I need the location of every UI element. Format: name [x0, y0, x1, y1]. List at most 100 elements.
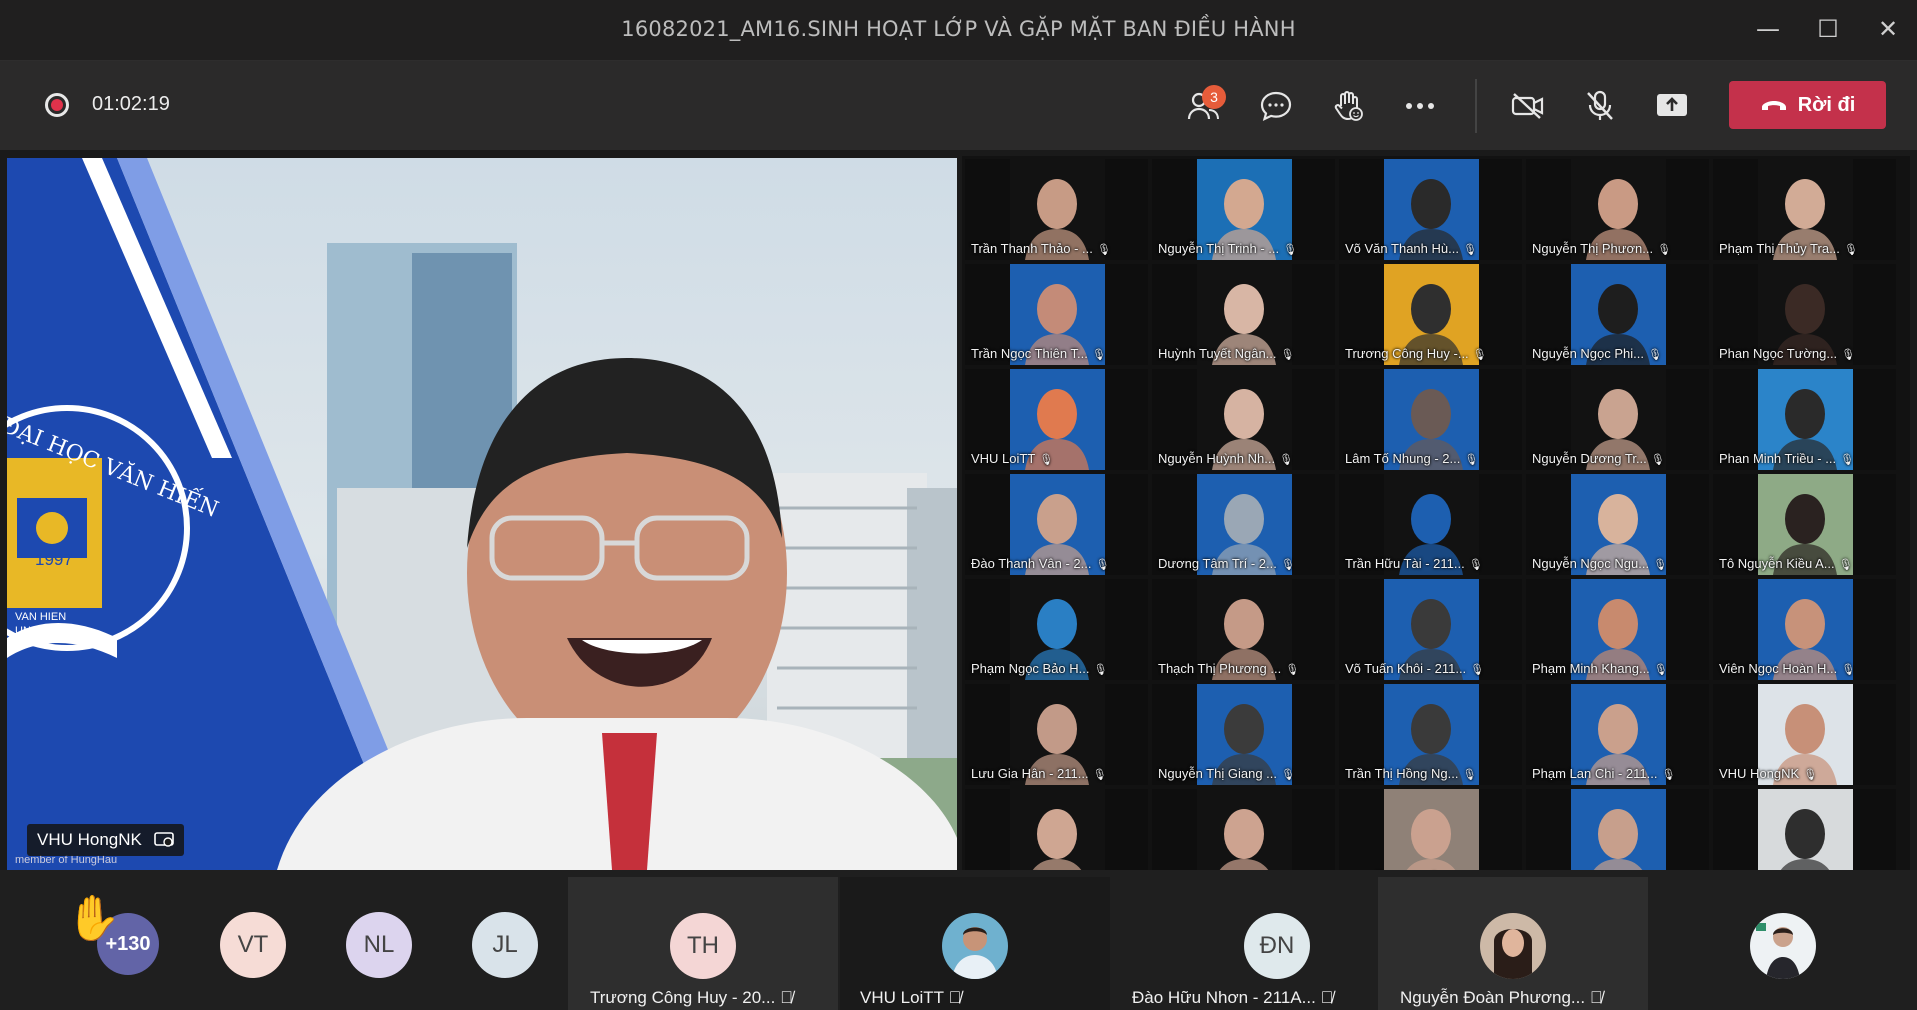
share-icon: [1657, 94, 1687, 116]
mic-off-icon: 🎙: [1279, 454, 1294, 466]
participant-video-tile[interactable]: Nguyễn Thị Phươn... 🎙: [1526, 159, 1709, 260]
participant-tile[interactable]: Nguyễn Đoàn Phương... 🎙̸: [1378, 877, 1648, 1010]
mic-off-icon: 🎙: [1462, 769, 1477, 781]
title-bar: 16082021_AM16.SINH HOẠT LỚP VÀ GẶP MẶT B…: [0, 0, 1917, 60]
participant-photo: [1750, 913, 1816, 979]
participant-tile-name: Nguyễn Ngọc Phi... 🎙: [1532, 346, 1662, 361]
participant-tile-name: Nguyễn Thị Phươn... 🎙: [1532, 241, 1671, 256]
minimize-button[interactable]: —: [1748, 14, 1788, 44]
tile-name-text: Lưu Gia Hân - 211...: [971, 766, 1089, 781]
main-speaker-video[interactable]: ĐẠI HỌC VĂN HIẾN 1997 VAN HIEN UNIVERSIT…: [7, 158, 957, 870]
participant-video-tile[interactable]: Phạm Dương Thả...🎙: [1713, 789, 1896, 870]
participant-avatar[interactable]: JL: [472, 912, 538, 978]
avatar-initials: JL: [492, 931, 518, 958]
participant-avatar[interactable]: VT: [220, 912, 286, 978]
participant-video-tile[interactable]: Nguyễn Thị Trinh - ... 🎙: [1152, 159, 1335, 260]
tile-name-text: Phạm Lan Chi - 211...: [1532, 766, 1658, 781]
chat-button[interactable]: [1252, 83, 1300, 129]
mic-off-icon: 🎙: [1464, 454, 1479, 466]
participant-tile-name: Dương Tâm Trí - 2... 🎙: [1158, 556, 1295, 571]
participant-video-tile[interactable]: Phan Ngọc Tường... 🎙: [1713, 264, 1896, 365]
participant-tile-name: Đào Thanh Vân - 2... 🎙: [971, 556, 1109, 571]
participant-tile[interactable]: ĐN Đào Hữu Nhơn - 211A... 🎙̸: [1112, 877, 1382, 1010]
tile-name-text: Lâm Tố Nhung - 2...: [1345, 451, 1461, 466]
leave-button[interactable]: Rời đi: [1729, 81, 1886, 129]
participant-video-tile[interactable]: Phạm Thị Thủy Tra... 🎙: [1713, 159, 1896, 260]
participant-video-tile[interactable]: Dương Tâm Trí - 2... 🎙: [1152, 474, 1335, 575]
raise-hand-emoji-icon: ✋: [66, 893, 121, 944]
participant-video-tile[interactable]: Trần Thanh Thảo - ... 🎙: [965, 159, 1148, 260]
participant-video-tile[interactable]: Trương Công Huy -... 🎙: [1339, 264, 1522, 365]
participant-tile[interactable]: [1650, 877, 1917, 1010]
participant-video-tile[interactable]: Võ Tuấn Khôi - 211... 🎙: [1339, 579, 1522, 680]
person-photo-icon: [942, 913, 1008, 979]
participant-video-tile[interactable]: Nguyễn Huỳnh Nh... 🎙: [1152, 369, 1335, 470]
participant-video-tile[interactable]: Lâm Tố Nhung - 2... 🎙: [1339, 369, 1522, 470]
participant-video-tile[interactable]: Nguyễn Ngọc Ngu... 🎙: [1526, 474, 1709, 575]
participant-video-tile[interactable]: Phạm Ngọc Bảo H... 🎙: [965, 579, 1148, 680]
participant-gallery: Trần Thanh Thảo - ... 🎙 Nguyễn Thị Trinh -…: [962, 156, 1910, 870]
tile-name-text: Nguyễn Thị Giang ...: [1158, 766, 1277, 781]
tile-name-text: Viên Ngọc Hoàn H...: [1719, 661, 1838, 676]
participant-tile-name: Lâm Tố Nhung - 2... 🎙: [1345, 451, 1478, 466]
participant-avatar[interactable]: NL: [346, 912, 412, 978]
participants-button[interactable]: 3: [1180, 83, 1228, 129]
tile-name-text: Võ Văn Thanh Hù...: [1345, 241, 1459, 256]
camera-toggle-button[interactable]: [1504, 83, 1552, 129]
toolbar-divider: [1475, 79, 1477, 133]
mic-off-icon: 🎙: [1468, 559, 1483, 571]
participant-video-tile[interactable]: Nguyễn Thị Giang ... 🎙: [1152, 684, 1335, 785]
participant-video-tile[interactable]: Phan Minh Triều - ... 🎙: [1713, 369, 1896, 470]
participant-tile-name: VHU HongNK 🎙: [1719, 766, 1817, 781]
person-photo-icon: [1480, 913, 1546, 979]
participant-tile[interactable]: TH Trương Công Huy - 20... 🎙̸: [568, 877, 838, 1010]
camera-off-icon: [1511, 93, 1544, 119]
participant-name: Trương Công Huy - 20... 🎙̸: [590, 988, 793, 1007]
participant-tile-name: Tô Nguyễn Kiều A... 🎙: [1719, 556, 1853, 571]
participant-video-tile[interactable]: Nguyễn Ngọc Phi... 🎙: [1526, 264, 1709, 365]
participant-video-tile[interactable]: Trần Trương Quyn...🎙: [1526, 789, 1709, 870]
share-screen-button[interactable]: [1648, 83, 1696, 129]
more-options-button[interactable]: [1396, 83, 1444, 129]
participant-video-tile[interactable]: Huỳnh Tuyết Ngân... 🎙: [1152, 264, 1335, 365]
mic-off-icon: 🎙: [1653, 664, 1668, 676]
participant-video-tile[interactable]: Lưu Gia Hân - 211... 🎙: [965, 684, 1148, 785]
more-icon: [1406, 103, 1434, 109]
participant-video-tile[interactable]: VHU LoiTT 🎙: [965, 369, 1148, 470]
reactions-button[interactable]: [1324, 83, 1372, 129]
tile-name-text: Võ Tuấn Khôi - 211...: [1345, 661, 1467, 676]
participant-tile-name: Trần Hữu Tài - 211... 🎙: [1345, 556, 1483, 571]
participant-tile-name: Viên Ngọc Hoàn H... 🎙: [1719, 661, 1855, 676]
participant-video-tile[interactable]: Nguyễn Dương Tr... 🎙: [1526, 369, 1709, 470]
participant-video-tile[interactable]: Tô Nguyễn Kiều A... 🎙: [1713, 474, 1896, 575]
participants-badge: 3: [1202, 85, 1226, 109]
participant-video-tile[interactable]: Đinh Nguyễn Tha...🎙: [965, 789, 1148, 870]
mic-off-icon: 🎙: [1472, 349, 1487, 361]
participant-tile-name: Nguyễn Huỳnh Nh... 🎙: [1158, 451, 1293, 466]
mic-off-icon: 🎙: [1661, 769, 1676, 781]
participant-video-tile[interactable]: Trần Thị Hồng Ng... 🎙: [1339, 684, 1522, 785]
close-window-button[interactable]: ✕: [1868, 14, 1908, 44]
maximize-button[interactable]: ☐: [1808, 14, 1848, 44]
participant-video-tile[interactable]: Trần Ngọc Thiên T... 🎙: [965, 264, 1148, 365]
participant-video-tile[interactable]: Nguyễn Thị Thắng...🎙: [1339, 789, 1522, 870]
participant-tile-name: Nguyễn Thị Trinh - ... 🎙: [1158, 241, 1297, 256]
participant-video-tile[interactable]: Thạch Thị Phương ... 🎙: [1152, 579, 1335, 680]
speaker-name-tag: VHU HongNK: [27, 824, 184, 856]
mic-off-icon: 🎙: [1462, 244, 1477, 256]
participant-video-tile[interactable]: Phạm Minh Khang... 🎙: [1526, 579, 1709, 680]
participant-video-tile[interactable]: Đào Thanh Vân - 2... 🎙: [965, 474, 1148, 575]
participant-video-tile[interactable]: Phạm Lan Chi - 211... 🎙: [1526, 684, 1709, 785]
mic-off-icon: 🎙: [1283, 244, 1298, 256]
participant-video-tile[interactable]: VHU HongNK 🎙: [1713, 684, 1896, 785]
participant-video-tile[interactable]: Viên Ngọc Hoàn H... 🎙: [1713, 579, 1896, 680]
tile-name-text: Nguyễn Thị Phươn...: [1532, 241, 1654, 256]
mic-toggle-button[interactable]: [1576, 83, 1624, 129]
participant-video-tile[interactable]: Lê Xuân Quỳnh - 2...🎙: [1152, 789, 1335, 870]
tile-name-text: Trần Ngọc Thiên T...: [971, 346, 1088, 361]
meeting-toolbar: 01:02:19 3 Rời đi: [0, 60, 1917, 150]
participant-video-tile[interactable]: Trần Hữu Tài - 211... 🎙: [1339, 474, 1522, 575]
tile-name-text: Trần Thanh Thảo - ...: [971, 241, 1093, 256]
participant-tile[interactable]: VHU LoiTT 🎙̸: [840, 877, 1110, 1010]
participant-video-tile[interactable]: Võ Văn Thanh Hù... 🎙: [1339, 159, 1522, 260]
